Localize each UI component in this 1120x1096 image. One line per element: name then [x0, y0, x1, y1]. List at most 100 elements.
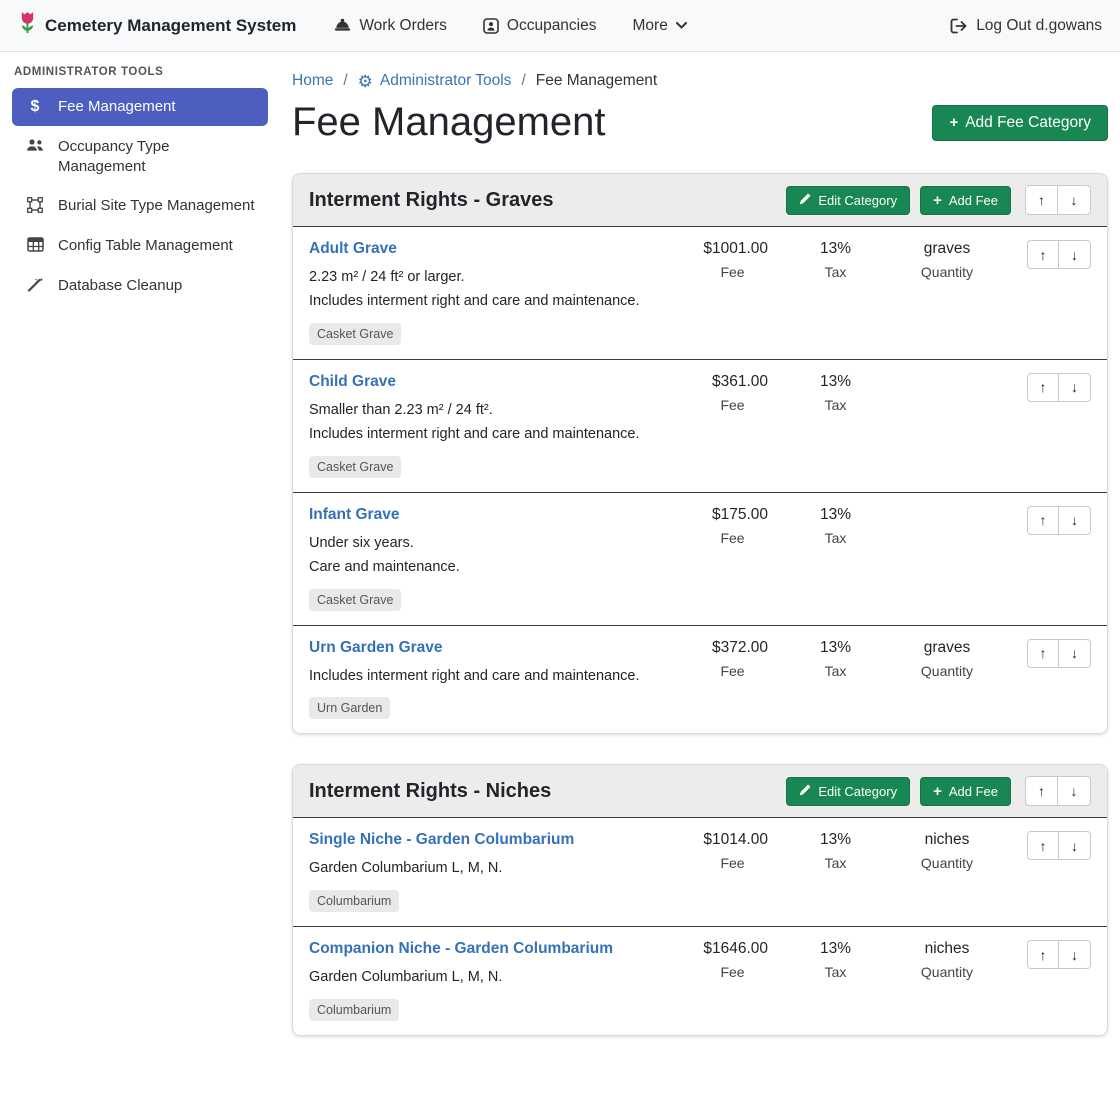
move-fee-up-button[interactable]: ↑ [1027, 940, 1059, 969]
move-fee-up-button[interactable]: ↑ [1027, 373, 1059, 402]
fee-description-line: Includes interment right and care and ma… [309, 290, 677, 314]
fee-tax-column: 13% Tax [788, 831, 883, 912]
sidebar-item-label: Config Table Management [58, 236, 233, 256]
fee-name-link[interactable]: Urn Garden Grave [309, 639, 443, 656]
nav-occupancies-label: Occupancies [507, 17, 597, 35]
sidebar-header: ADMINISTRATOR TOOLS [14, 66, 266, 78]
fee-category-card: Interment Rights - Niches Edit Category … [292, 764, 1108, 1036]
fee-tax-label: Tax [788, 264, 883, 280]
fee-quantity-unit: graves [891, 639, 1003, 657]
fee-name-link[interactable]: Adult Grave [309, 240, 397, 257]
fee-name-link[interactable]: Child Grave [309, 373, 396, 390]
move-fee-down-button[interactable]: ↓ [1059, 373, 1091, 402]
pencil-icon [799, 193, 811, 208]
fee-name-link[interactable]: Infant Grave [309, 506, 399, 523]
fee-name-link[interactable]: Companion Niche - Garden Columbarium [309, 940, 613, 957]
tulip-logo-icon [18, 11, 37, 40]
fee-amount-column: $1001.00 Fee [685, 240, 780, 345]
fee-quantity-unit: niches [891, 940, 1003, 958]
fee-amount-label: Fee [685, 964, 780, 980]
hard-hat-icon [334, 18, 351, 33]
fee-tax-label: Tax [788, 964, 883, 980]
plus-icon: + [933, 193, 942, 208]
fee-tax: 13% [788, 831, 883, 849]
fee-amount-column: $175.00 Fee [685, 506, 780, 611]
logout-label: Log Out d.gowans [976, 17, 1102, 35]
fee-amount: $1001.00 [685, 240, 780, 258]
edit-category-button[interactable]: Edit Category [786, 186, 910, 215]
nav-more[interactable]: More [633, 17, 687, 35]
fee-amount-column: $361.00 Fee [685, 373, 780, 478]
breadcrumb: Home / ⚙ Administrator Tools / Fee Manag… [292, 72, 1108, 90]
fee-quantity-column: niches Quantity [891, 831, 1003, 912]
sidebar-item-database-cleanup[interactable]: Database Cleanup [12, 267, 268, 305]
fee-description: Single Niche - Garden Columbarium Garden… [309, 831, 677, 912]
fee-amount: $1646.00 [685, 940, 780, 958]
page-title: Fee Management [292, 100, 606, 145]
fee-row: Adult Grave 2.23 m² / 24 ft² or larger.I… [293, 227, 1107, 360]
fee-tax: 13% [788, 240, 883, 258]
move-fee-up-button[interactable]: ↑ [1027, 240, 1059, 269]
fee-type-badge: Urn Garden [309, 697, 390, 719]
move-fee-down-button[interactable]: ↓ [1059, 831, 1091, 860]
sidebar: ADMINISTRATOR TOOLS $ Fee Management Occ… [0, 52, 280, 321]
fee-row: Child Grave Smaller than 2.23 m² / 24 ft… [293, 360, 1107, 493]
add-fee-label: Add Fee [949, 784, 998, 799]
fee-description-lines: Smaller than 2.23 m² / 24 ft².Includes i… [309, 399, 677, 447]
fee-description: Urn Garden Grave Includes interment righ… [309, 639, 677, 720]
add-fee-button[interactable]: + Add Fee [920, 186, 1011, 215]
add-fee-label: Add Fee [949, 193, 998, 208]
main-content: Home / ⚙ Administrator Tools / Fee Manag… [280, 52, 1120, 1096]
edit-category-label: Edit Category [818, 193, 897, 208]
sidebar-item-burial-site-type-management[interactable]: Burial Site Type Management [12, 187, 268, 225]
nav-work-orders-label: Work Orders [359, 17, 447, 35]
category-header: Interment Rights - Graves Edit Category … [293, 174, 1107, 227]
move-category-up-button[interactable]: ↑ [1025, 776, 1058, 806]
move-fee-down-button[interactable]: ↓ [1059, 506, 1091, 535]
move-fee-down-button[interactable]: ↓ [1059, 240, 1091, 269]
fee-tax-column: 13% Tax [788, 639, 883, 720]
fee-description-lines: Garden Columbarium L, M, N. [309, 966, 677, 990]
nav-occupancies[interactable]: Occupancies [483, 17, 597, 35]
fee-quantity-column [891, 506, 1003, 611]
move-fee-up-button[interactable]: ↑ [1027, 831, 1059, 860]
breadcrumb-home[interactable]: Home [292, 72, 333, 90]
nav-work-orders[interactable]: Work Orders [334, 17, 447, 35]
fee-tax: 13% [788, 373, 883, 391]
brand-title: Cemetery Management System [45, 16, 296, 36]
fee-tax-label: Tax [788, 530, 883, 546]
fee-quantity-column: graves Quantity [891, 639, 1003, 720]
add-fee-category-button[interactable]: + Add Fee Category [932, 105, 1108, 141]
breadcrumb-administrator-tools[interactable]: ⚙ Administrator Tools [358, 72, 512, 90]
fee-reorder-group: ↑ ↓ [1011, 240, 1091, 345]
sidebar-item-fee-management[interactable]: $ Fee Management [12, 88, 268, 126]
move-category-down-button[interactable]: ↓ [1058, 776, 1091, 806]
fee-type-badge: Columbarium [309, 890, 399, 912]
fee-name-link[interactable]: Single Niche - Garden Columbarium [309, 831, 574, 848]
brand[interactable]: Cemetery Management System [18, 11, 296, 40]
sidebar-item-config-table-management[interactable]: Config Table Management [12, 227, 268, 265]
fee-list: Single Niche - Garden Columbarium Garden… [293, 818, 1107, 1035]
fee-type-badge: Casket Grave [309, 589, 401, 611]
sidebar-item-occupancy-type-management[interactable]: Occupancy Type Management [12, 128, 268, 186]
logout-link[interactable]: Log Out d.gowans [950, 17, 1102, 35]
fee-amount-column: $372.00 Fee [685, 639, 780, 720]
fee-quantity-label: Quantity [891, 855, 1003, 871]
gear-icon: ⚙ [358, 73, 373, 90]
fee-quantity-label: Quantity [891, 964, 1003, 980]
move-fee-up-button[interactable]: ↑ [1027, 639, 1059, 668]
move-category-up-button[interactable]: ↑ [1025, 185, 1058, 215]
fee-amount-column: $1014.00 Fee [685, 831, 780, 912]
category-title: Interment Rights - Graves [309, 189, 554, 212]
move-category-down-button[interactable]: ↓ [1058, 185, 1091, 215]
add-fee-button[interactable]: + Add Fee [920, 777, 1011, 806]
fee-tax-column: 13% Tax [788, 240, 883, 345]
fee-description-lines: 2.23 m² / 24 ft² or larger.Includes inte… [309, 266, 677, 314]
move-fee-down-button[interactable]: ↓ [1059, 940, 1091, 969]
fee-reorder-group: ↑ ↓ [1011, 373, 1091, 478]
edit-category-button[interactable]: Edit Category [786, 777, 910, 806]
fee-description-line: Includes interment right and care and ma… [309, 423, 677, 447]
move-fee-up-button[interactable]: ↑ [1027, 506, 1059, 535]
move-fee-down-button[interactable]: ↓ [1059, 639, 1091, 668]
page-header: Fee Management + Add Fee Category [292, 100, 1108, 145]
